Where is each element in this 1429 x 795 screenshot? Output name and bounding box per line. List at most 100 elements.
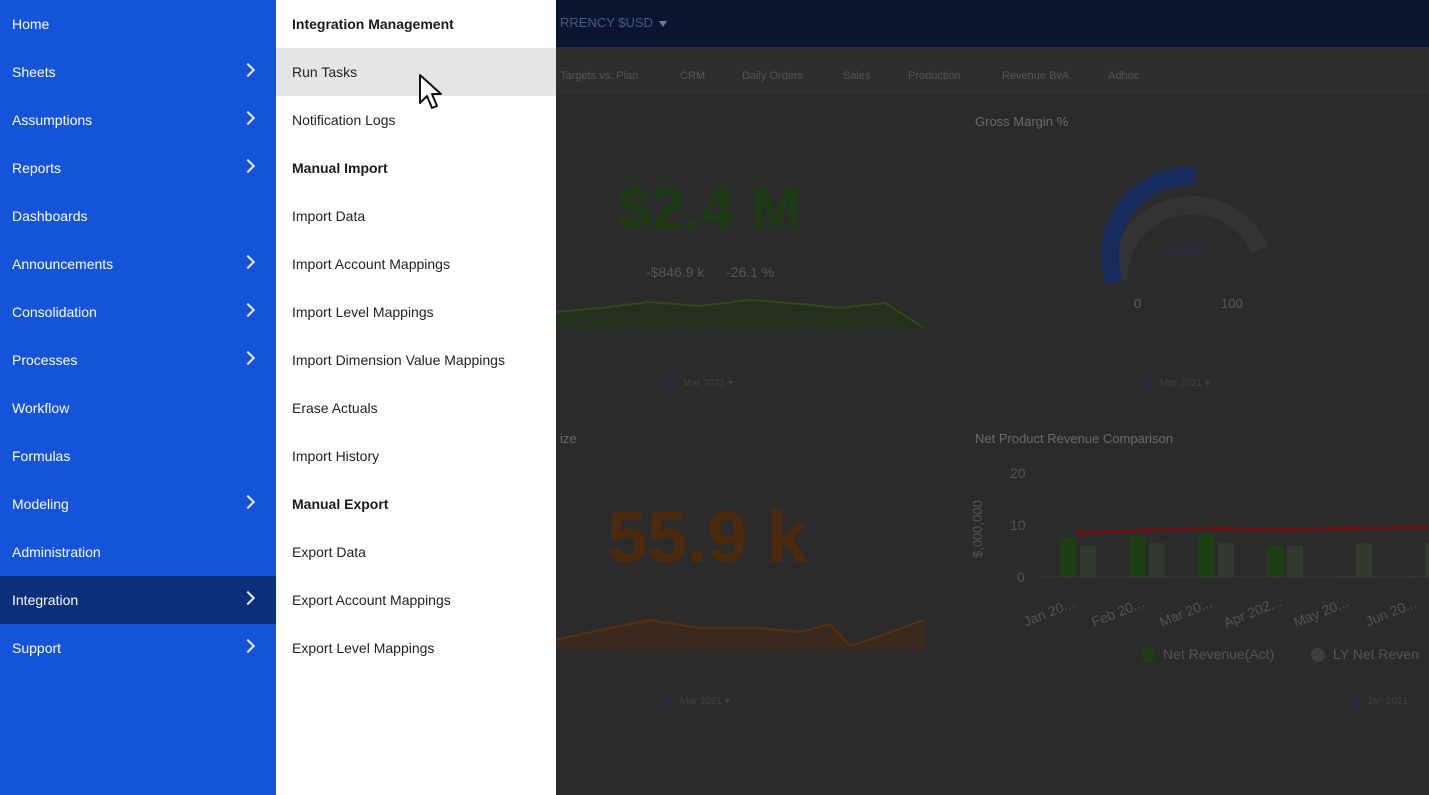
gauge-value: 53.2% — [1165, 243, 1202, 258]
pin-icon — [1145, 378, 1150, 388]
bar-apr-202-series-1 — [1287, 545, 1303, 577]
size-sparkline — [556, 620, 924, 650]
y-tick-10: 10 — [1010, 517, 1026, 533]
sidebar-item-label: Modeling — [12, 496, 69, 512]
submenu-item-erase-actuals[interactable]: Erase Actuals — [276, 384, 556, 432]
submenu-section-manual-import: Manual Import — [292, 160, 388, 176]
revenue-filter-label: Mar 2021 — [683, 378, 726, 389]
submenu-item-run-tasks[interactable]: Run Tasks — [276, 48, 556, 96]
bar-mar-20-series-1 — [1218, 543, 1234, 577]
chevron-right-icon — [240, 494, 256, 510]
submenu-section-manual-export: Manual Export — [292, 496, 389, 512]
chevron-right-icon — [240, 110, 256, 126]
submenu-item-export-account-mappings[interactable]: Export Account Mappings — [276, 576, 556, 624]
sidebar-item-label: Sheets — [12, 64, 56, 80]
y-axis-label: $,000,000 — [970, 500, 985, 558]
sidebar-item-label: Reports — [12, 160, 62, 176]
chevron-right-icon — [240, 302, 256, 318]
chevron-right-icon — [240, 254, 256, 270]
line-point-1 — [1144, 527, 1150, 534]
sidebar-item-label: Home — [12, 16, 50, 32]
size-tile-title: ize — [560, 431, 577, 446]
bar-mar-20-series-0 — [1198, 532, 1214, 577]
sidebar-item-label: Dashboards — [12, 208, 88, 224]
sidebar-item-announcements[interactable]: Announcements — [0, 240, 276, 288]
size-filter[interactable]: Mar 2021 ▾ — [665, 696, 730, 707]
sidebar-item-label: Workflow — [12, 400, 70, 416]
legend-swatch — [1311, 648, 1325, 663]
revenue-delta-pct: -26.1 % — [726, 264, 775, 280]
chevron-right-icon — [240, 350, 256, 366]
bar-feb-20-series-1 — [1149, 543, 1165, 577]
y-tick-0: 0 — [1017, 569, 1025, 585]
line-point-4 — [1351, 525, 1357, 532]
chevron-right-icon — [240, 62, 256, 78]
chart-plot-area — [1040, 524, 1429, 578]
gauge-max: 100 — [1221, 296, 1243, 311]
sidebar-item-dashboards[interactable]: Dashboards — [0, 192, 276, 240]
legend-swatch — [1141, 648, 1155, 663]
bar-jan-20-series-0 — [1060, 538, 1076, 577]
sidebar-item-home[interactable]: Home — [0, 0, 276, 48]
sidebar-item-administration[interactable]: Administration — [0, 528, 276, 576]
legend-ly-net-revenue[interactable]: LY Net Reven — [1311, 646, 1419, 663]
sidebar-item-workflow[interactable]: Workflow — [0, 384, 276, 432]
size-filter-label: Mar 2021 — [680, 696, 723, 707]
comparison-title: Net Product Revenue Comparison — [975, 431, 1173, 446]
y-tick-20: 20 — [1010, 465, 1026, 481]
sidebar-item-processes[interactable]: Processes — [0, 336, 276, 384]
line-point-3 — [1282, 527, 1288, 534]
submenu-item-import-data[interactable]: Import Data — [276, 192, 556, 240]
submenu-item-import-dimension-value-mappings[interactable]: Import Dimension Value Mappings — [276, 336, 556, 384]
sidebar-item-label: Announcements — [12, 256, 114, 272]
sidebar-item-formulas[interactable]: Formulas — [0, 432, 276, 480]
revenue-value: $2.4 M — [617, 175, 801, 242]
sidebar-item-sheets[interactable]: Sheets — [0, 48, 276, 96]
pin-icon — [668, 378, 673, 388]
gauge-min: 0 — [1134, 296, 1142, 311]
submenu-item-import-account-mappings[interactable]: Import Account Mappings — [276, 240, 556, 288]
comparison-filter-label: Jan 2021 — [1367, 696, 1409, 707]
legend-label: LY Net Reven — [1333, 646, 1419, 662]
submenu-item-import-level-mappings[interactable]: Import Level Mappings — [276, 288, 556, 336]
size-value: 55.9 k — [607, 498, 808, 578]
sidebar-item-label: Formulas — [12, 448, 71, 464]
chevron-right-icon — [240, 638, 256, 654]
bar-apr-202-series-0 — [1267, 545, 1283, 577]
sidebar-item-label: Assumptions — [12, 112, 93, 128]
line-point-5 — [1420, 524, 1426, 531]
sidebar-item-integration[interactable]: Integration — [0, 576, 276, 624]
legend-net-revenue-act[interactable]: Net Revenue(Act) — [1141, 646, 1275, 663]
chevron-right-icon — [240, 590, 256, 606]
submenu-item-export-data[interactable]: Export Data — [276, 528, 556, 576]
bar-jun-20-series-1 — [1425, 543, 1429, 577]
main-navigation: Home Sheets Assumptions Reports Dashboards An… — [0, 0, 276, 795]
submenu-item-export-level-mappings[interactable]: Export Level Mappings — [276, 624, 556, 672]
sidebar-item-reports[interactable]: Reports — [0, 144, 276, 192]
revenue-filter[interactable]: Mar 2021 ▾ — [668, 378, 733, 389]
integration-submenu: Integration Management Run Tasks Notificat… — [276, 0, 556, 795]
comparison-line — [1075, 525, 1429, 535]
sidebar-item-label: Administration — [12, 544, 101, 560]
sidebar-item-modeling[interactable]: Modeling — [0, 480, 276, 528]
gross-margin-filter-label: Mar 2021 — [1160, 378, 1203, 389]
chevron-right-icon — [240, 158, 256, 174]
pin-icon — [1352, 696, 1357, 706]
sidebar-item-label: Consolidation — [12, 304, 97, 320]
submenu-section-integration-management: Integration Management — [292, 16, 454, 32]
bar-jan-20-series-1 — [1080, 545, 1096, 577]
line-point-0 — [1075, 529, 1081, 536]
sidebar-item-assumptions[interactable]: Assumptions — [0, 96, 276, 144]
sidebar-item-consolidation[interactable]: Consolidation — [0, 288, 276, 336]
comparison-filter[interactable]: Jan 2021 — [1352, 696, 1408, 707]
bar-may-20-series-1 — [1356, 543, 1372, 577]
revenue-delta-abs: -$846.9 k — [646, 264, 705, 280]
sidebar-item-label: Processes — [12, 352, 78, 368]
sidebar-item-support[interactable]: Support — [0, 624, 276, 672]
pin-icon — [665, 696, 670, 706]
mouse-cursor-icon — [419, 74, 442, 109]
gross-margin-filter[interactable]: Mar 2021 ▾ — [1145, 378, 1210, 389]
submenu-item-notification-logs[interactable]: Notification Logs — [276, 96, 556, 144]
submenu-item-import-history[interactable]: Import History — [276, 432, 556, 480]
legend-label: Net Revenue(Act) — [1163, 646, 1275, 662]
